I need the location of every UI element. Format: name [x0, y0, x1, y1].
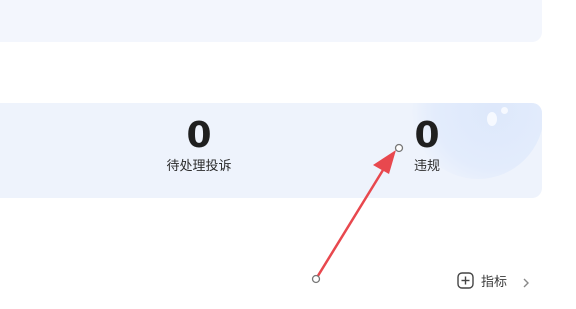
violations-count: 0 [414, 115, 440, 156]
add-metric-button[interactable]: 指标 [457, 270, 531, 290]
chevron-right-icon [521, 274, 531, 288]
metric-label: 指标 [481, 274, 508, 290]
pending-complaints-count: 0 [186, 115, 212, 156]
stats-card [0, 103, 542, 198]
plus-square-icon [457, 271, 474, 289]
pending-complaints-label: 待处理投诉 [166, 159, 232, 174]
decorative-dot [501, 107, 508, 114]
top-card [0, 0, 542, 42]
violations-stat[interactable]: 0 违规 [400, 118, 454, 175]
pending-complaints-stat[interactable]: 0 待处理投诉 [157, 118, 241, 175]
decorative-dot [487, 112, 497, 126]
violations-label: 违规 [413, 159, 440, 174]
arrow-start-handle [311, 274, 321, 284]
